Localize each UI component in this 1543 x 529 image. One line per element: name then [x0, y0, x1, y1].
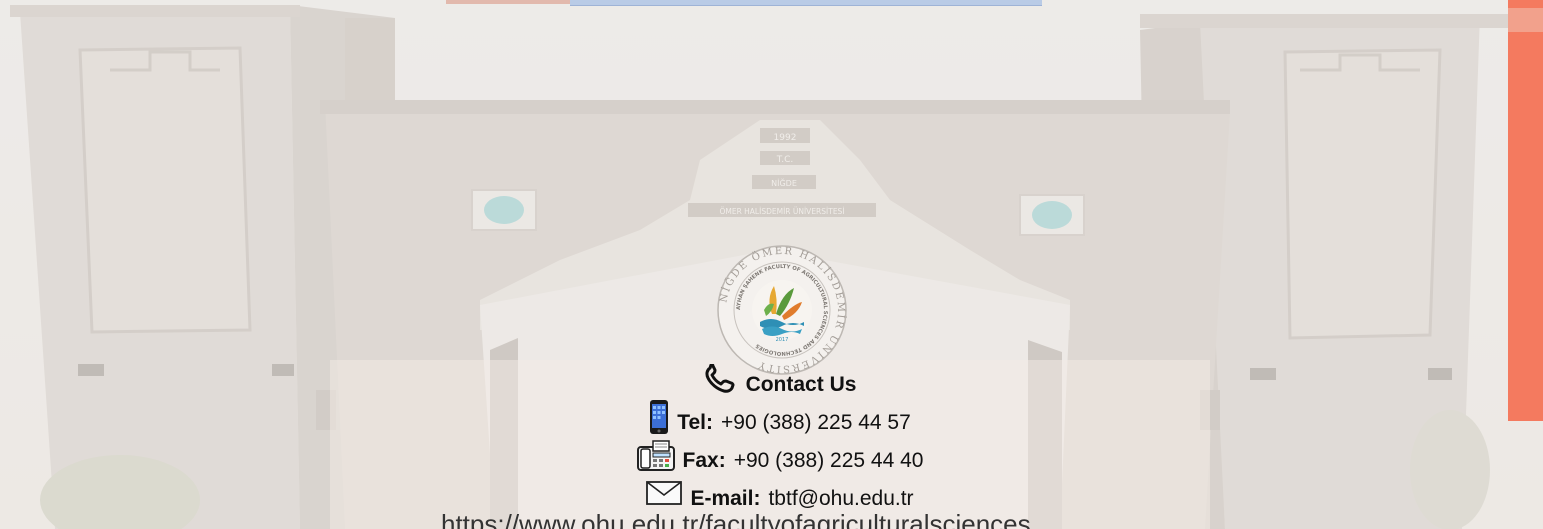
footer-banner: 1992 T.C. NİĞDE ÖMER HALİSDEMİR ÜNİVERSİ… — [0, 0, 1543, 529]
fax-label: Fax: — [682, 449, 726, 472]
tel-line: Tel: +90 (388) 225 44 57 — [560, 399, 1000, 442]
contact-heading: Contact Us — [560, 362, 1000, 407]
fax-machine-icon — [636, 439, 675, 484]
website-url-link[interactable]: https://www.ohu.edu.tr/facultyofagricult… — [441, 508, 1141, 529]
side-accent-highlight — [1508, 8, 1543, 32]
tel-label: Tel: — [677, 411, 714, 434]
logo-year: 2017 — [776, 337, 789, 343]
tel-value[interactable]: +90 (388) 225 44 57 — [721, 404, 911, 442]
fax-value[interactable]: +90 (388) 225 44 40 — [734, 442, 924, 480]
contact-title: Contact Us — [745, 373, 857, 396]
faculty-logo: NİĞDE ÖMER HALİSDEMİR UNIVERSITY AYHAN Ş… — [717, 245, 847, 375]
top-accent-bar-blue — [570, 0, 1042, 6]
contact-block: Contact Us Tel: +90 (388) 225 44 57 Fax:… — [560, 362, 1000, 518]
phone-handset-icon — [704, 362, 738, 407]
fax-line: Fax: +90 (388) 225 44 40 — [560, 439, 1000, 480]
side-accent-bar — [1508, 0, 1543, 421]
top-accent-bar-red — [446, 0, 570, 4]
